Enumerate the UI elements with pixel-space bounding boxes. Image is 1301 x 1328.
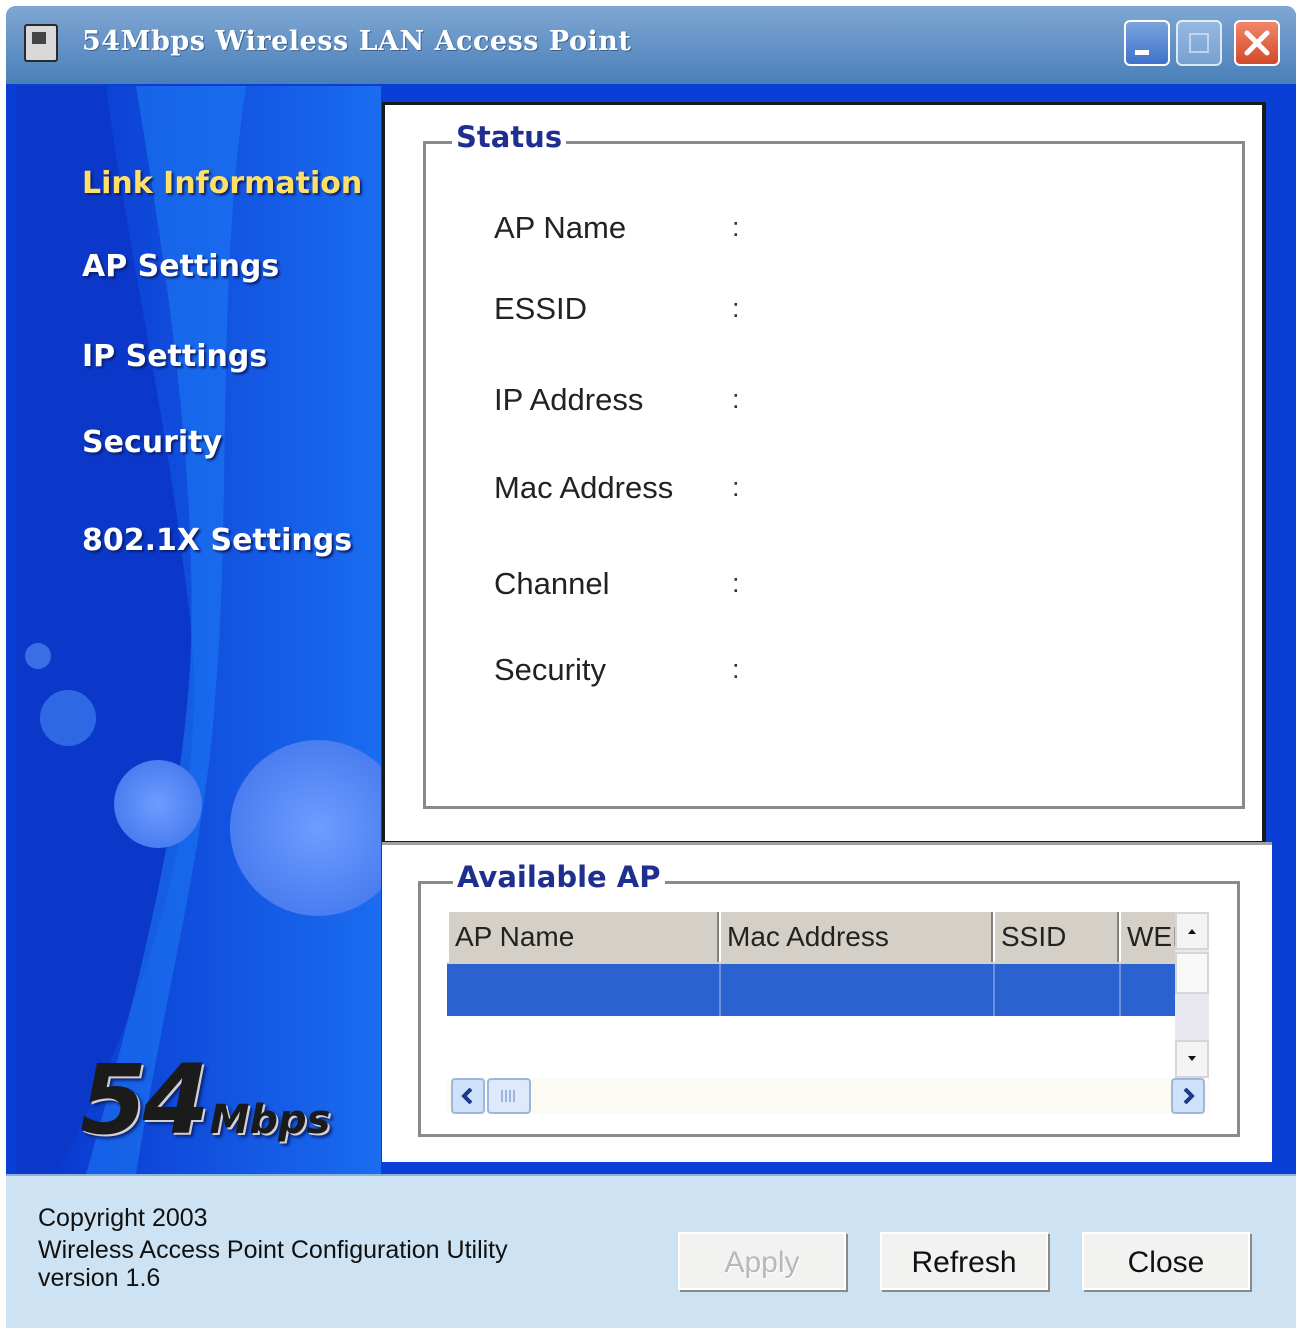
sidebar: Link Information AP Settings IP Settings… [16,86,381,1174]
status-label-ip-address: IP Address [494,382,644,417]
row-divider [719,964,721,1016]
sidebar-item-link-information[interactable]: Link Information [82,166,362,201]
ap-list-body[interactable] [447,1016,1175,1078]
app-icon[interactable] [24,24,58,62]
status-title: Status [452,120,567,154]
ap-list-row-selected[interactable] [447,964,1175,1016]
copyright-text: Copyright 2003 [38,1204,208,1232]
chevron-left-icon [461,1087,473,1105]
vertical-scrollbar[interactable] [1175,912,1209,1078]
status-groupbox: Status AP Name : ESSID : IP Address : Ma… [423,120,1245,809]
row-divider [1119,964,1121,1016]
sidebar-item-ap-settings[interactable]: AP Settings [82,249,279,284]
app-window: 54Mbps Wireless LAN Access Point Link In… [6,6,1296,1328]
available-ap-panel: Available AP AP Name Mac Address SSID WE… [382,842,1272,1162]
product-name-text: Wireless Access Point Configuration Util… [38,1236,508,1264]
column-mac-address[interactable]: Mac Address [719,912,993,962]
logo-number: 54 [80,1044,210,1156]
status-label-security: Security [494,652,606,687]
minimize-button[interactable] [1124,20,1170,66]
apply-button[interactable]: Apply [678,1232,846,1290]
close-icon [1244,30,1270,56]
status-colon-security: : [732,654,740,684]
status-colon-channel: : [732,568,740,598]
status-panel: Status AP Name : ESSID : IP Address : Ma… [382,102,1266,844]
sidebar-item-ip-settings[interactable]: IP Settings [82,339,267,374]
window-title: 54Mbps Wireless LAN Access Point [82,26,632,57]
scroll-right-button[interactable] [1171,1078,1205,1114]
maximize-button[interactable] [1176,20,1222,66]
status-label-channel: Channel [494,566,610,601]
column-ssid[interactable]: SSID [993,912,1119,962]
speed-logo: 54 Mbps [80,1044,330,1156]
logo-unit: Mbps [209,1097,331,1143]
status-label-ap-name: AP Name [494,210,627,245]
row-divider [993,964,995,1016]
version-text: version 1.6 [38,1264,161,1292]
scroll-left-button[interactable] [451,1078,485,1114]
status-colon-essid: : [732,293,740,323]
grip-icon [501,1090,515,1102]
scroll-up-button[interactable] [1175,912,1209,950]
available-ap-title: Available AP [453,860,665,894]
title-bar[interactable]: 54Mbps Wireless LAN Access Point [6,6,1296,84]
ap-list-header: AP Name Mac Address SSID WEI [447,912,1175,966]
chevron-right-icon [1183,1087,1195,1105]
sidebar-item-8021x-settings[interactable]: 802.1X Settings [82,523,352,558]
vertical-scroll-thumb[interactable] [1175,952,1209,994]
status-colon-ap-name: : [732,212,740,242]
close-button[interactable]: Close [1082,1232,1250,1290]
status-label-essid: ESSID [494,291,588,326]
horizontal-scrollbar[interactable] [447,1078,1209,1114]
sidebar-item-security[interactable]: Security [82,425,222,460]
column-ap-name[interactable]: AP Name [447,912,719,962]
arrow-up-icon [1188,929,1196,934]
refresh-button[interactable]: Refresh [880,1232,1048,1290]
close-window-button[interactable] [1234,20,1280,66]
column-wep[interactable]: WEI [1119,912,1175,962]
arrow-down-icon [1188,1056,1196,1061]
status-label-mac-address: Mac Address [494,470,674,505]
footer: Copyright 2003 Wireless Access Point Con… [6,1174,1296,1328]
status-colon-mac-address: : [732,472,740,502]
horizontal-scroll-thumb[interactable] [487,1078,531,1114]
available-ap-groupbox: Available AP AP Name Mac Address SSID WE… [418,860,1240,1137]
status-colon-ip-address: : [732,384,740,414]
scroll-down-button[interactable] [1175,1040,1209,1078]
